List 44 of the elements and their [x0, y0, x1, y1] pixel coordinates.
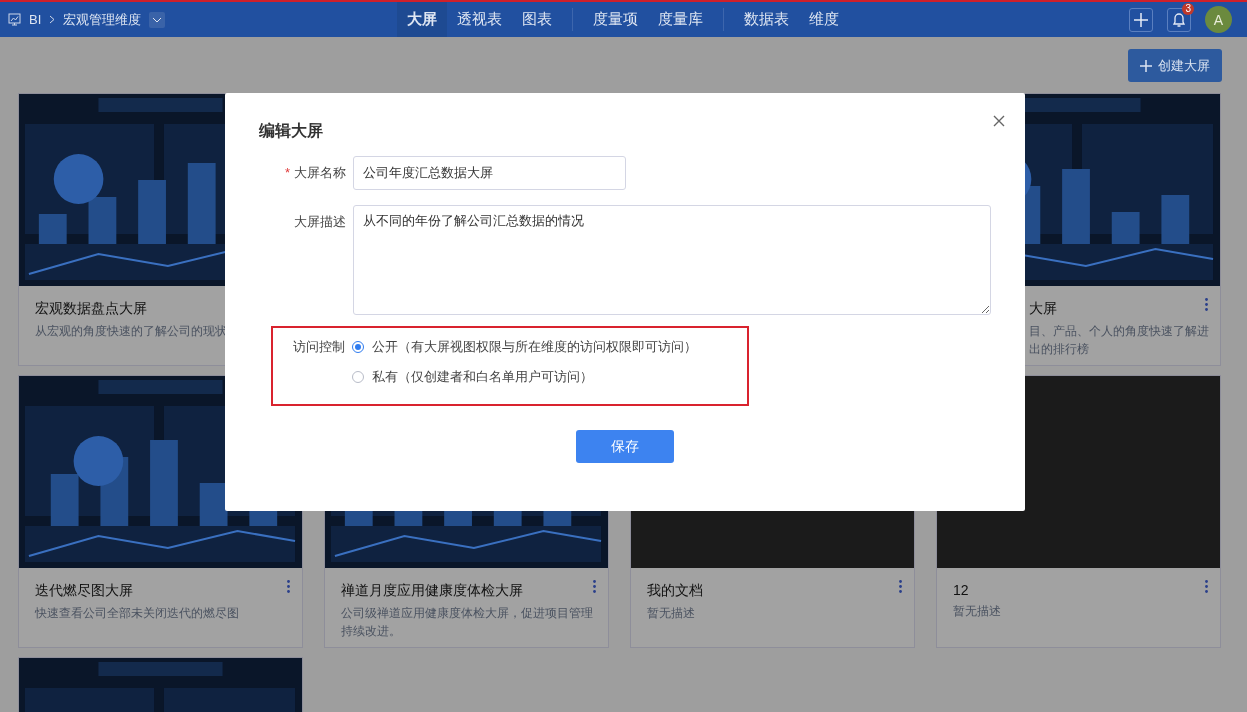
add-button[interactable]: [1129, 7, 1153, 32]
card-title: 宏观数据盘点大屏: [35, 300, 147, 318]
card-title: 大屏: [1029, 300, 1057, 318]
description-field[interactable]: 从不同的年份了解公司汇总数据的情况: [352, 205, 991, 315]
more-icon[interactable]: [287, 580, 290, 593]
bell-icon: [1172, 11, 1186, 28]
name-field[interactable]: 公司年度汇总数据大屏: [353, 156, 626, 190]
card-description: 从宏观的角度快速的了解公司的现状: [35, 323, 227, 340]
card-description: 公司级禅道应用健康度体检大屏，促进项目管理: [341, 605, 593, 622]
nav-tab[interactable]: 数据表: [734, 2, 799, 37]
card-description: 目、产品、个人的角度快速了解进: [1029, 323, 1209, 340]
plus-icon: [1133, 11, 1149, 28]
chevron-right-icon: [49, 15, 56, 24]
card-title: 禅道月度应用健康度体检大屏: [341, 582, 523, 600]
chart-icon: [8, 13, 21, 26]
required-mark: *: [284, 165, 290, 180]
nav-tab[interactable]: 度量库: [648, 2, 713, 37]
notification-badge: 3: [1182, 2, 1194, 15]
dropdown-button[interactable]: [149, 11, 166, 28]
card-title: 12: [953, 582, 969, 598]
nav-tab[interactable]: 度量项: [583, 2, 648, 37]
close-icon[interactable]: [993, 115, 1005, 127]
nav-tab[interactable]: 维度: [799, 2, 849, 37]
card-title: 我的文档: [647, 582, 703, 600]
plus-icon: [1140, 59, 1152, 72]
more-icon[interactable]: [1205, 580, 1208, 593]
create-button[interactable]: 创建大屏: [1128, 49, 1222, 82]
app-name[interactable]: BI: [29, 12, 42, 27]
save-button[interactable]: 保存: [576, 430, 674, 463]
card-description: 暂无描述: [647, 605, 695, 622]
nav-tab[interactable]: 图表: [512, 2, 562, 37]
nav-tab[interactable]: 透视表: [447, 2, 512, 37]
more-icon[interactable]: [899, 580, 902, 593]
card-description: 出的排行榜: [1029, 341, 1089, 358]
more-icon[interactable]: [593, 580, 596, 593]
card-description: 持续改进。: [341, 623, 401, 640]
card-description: 快速查看公司全部未关闭迭代的燃尽图: [35, 605, 239, 622]
nav-tab[interactable]: 大屏: [397, 2, 447, 37]
more-icon[interactable]: [1205, 298, 1208, 311]
project-name[interactable]: 宏观管理维度: [63, 10, 142, 29]
chevron-down-icon: [152, 16, 163, 23]
card-description: 暂无描述: [953, 603, 1001, 620]
card-title: 迭代燃尽图大屏: [35, 582, 133, 600]
radio-label[interactable]: 公开（有大屏视图权限与所在维度的访问权限即可访问）: [372, 338, 697, 356]
